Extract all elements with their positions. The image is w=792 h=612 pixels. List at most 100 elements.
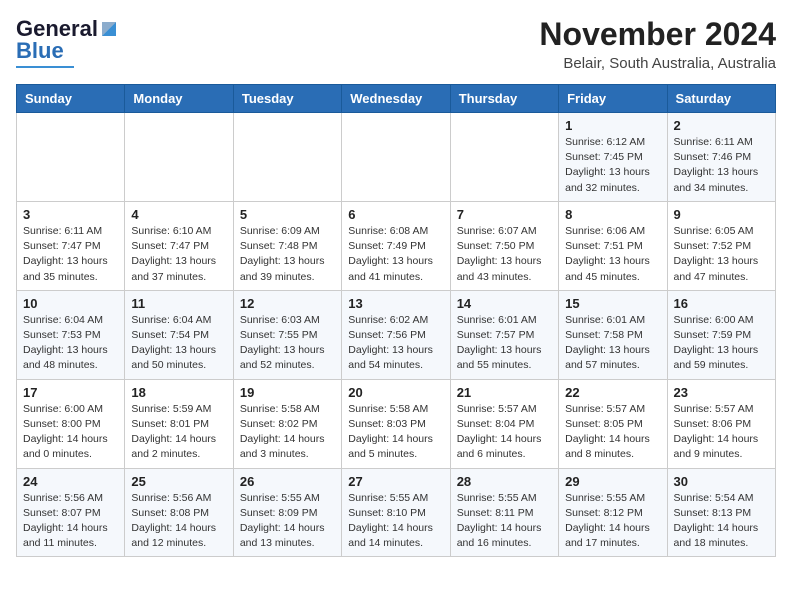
calendar-day-30: 30Sunrise: 5:54 AM Sunset: 8:13 PM Dayli… (667, 468, 775, 557)
weekday-header-friday: Friday (559, 85, 667, 113)
day-info: Sunrise: 5:58 AM Sunset: 8:02 PM Dayligh… (240, 402, 335, 463)
day-info: Sunrise: 5:55 AM Sunset: 8:12 PM Dayligh… (565, 491, 660, 552)
day-info: Sunrise: 5:54 AM Sunset: 8:13 PM Dayligh… (674, 491, 769, 552)
day-info: Sunrise: 5:55 AM Sunset: 8:11 PM Dayligh… (457, 491, 552, 552)
day-info: Sunrise: 6:08 AM Sunset: 7:49 PM Dayligh… (348, 224, 443, 285)
day-number: 18 (131, 385, 226, 400)
day-number: 6 (348, 207, 443, 222)
day-info: Sunrise: 6:01 AM Sunset: 7:58 PM Dayligh… (565, 313, 660, 374)
day-number: 26 (240, 474, 335, 489)
page-subtitle: Belair, South Australia, Australia (539, 55, 776, 72)
logo-blue: Blue (16, 38, 64, 64)
calendar-day-3: 3 Sunrise: 6:11 AM Sunset: 7:47 PM Daylig… (17, 201, 125, 290)
day-number: 1 (565, 118, 660, 133)
calendar-day-21: 21Sunrise: 5:57 AM Sunset: 8:04 PM Dayli… (450, 379, 558, 468)
day-number: 19 (240, 385, 335, 400)
calendar-day-13: 13Sunrise: 6:02 AM Sunset: 7:56 PM Dayli… (342, 290, 450, 379)
day-number: 27 (348, 474, 443, 489)
day-info: Sunrise: 5:59 AM Sunset: 8:01 PM Dayligh… (131, 402, 226, 463)
day-info: Sunrise: 6:00 AM Sunset: 7:59 PM Dayligh… (674, 313, 769, 374)
calendar-week-1: 1 Sunrise: 6:12 AM Sunset: 7:45 PM Daylig… (17, 113, 776, 202)
calendar-day-10: 10 Sunrise: 6:04 AM Sunset: 7:53 PM Dayli… (17, 290, 125, 379)
day-info: Sunrise: 6:06 AM Sunset: 7:51 PM Dayligh… (565, 224, 660, 285)
day-number: 3 (23, 207, 118, 222)
day-info: Sunrise: 5:57 AM Sunset: 8:05 PM Dayligh… (565, 402, 660, 463)
calendar-day-20: 20 Sunrise: 5:58 AM Sunset: 8:03 PM Dayli… (342, 379, 450, 468)
day-number: 20 (348, 385, 443, 400)
calendar-day-19: 19 Sunrise: 5:58 AM Sunset: 8:02 PM Dayli… (233, 379, 341, 468)
page-title: November 2024 (539, 16, 776, 53)
day-number: 28 (457, 474, 552, 489)
day-info: Sunrise: 5:58 AM Sunset: 8:03 PM Dayligh… (348, 402, 443, 463)
day-info: Sunrise: 5:55 AM Sunset: 8:09 PM Dayligh… (240, 491, 335, 552)
weekday-header-thursday: Thursday (450, 85, 558, 113)
day-info: Sunrise: 6:05 AM Sunset: 7:52 PM Dayligh… (674, 224, 769, 285)
calendar-day-16: 16 Sunrise: 6:00 AM Sunset: 7:59 PM Dayli… (667, 290, 775, 379)
calendar-empty-cell (450, 113, 558, 202)
day-number: 5 (240, 207, 335, 222)
day-info: Sunrise: 6:11 AM Sunset: 7:47 PM Dayligh… (23, 224, 118, 285)
day-info: Sunrise: 6:03 AM Sunset: 7:55 PM Dayligh… (240, 313, 335, 374)
day-info: Sunrise: 5:57 AM Sunset: 8:06 PM Dayligh… (674, 402, 769, 463)
day-number: 14 (457, 296, 552, 311)
calendar-day-8: 8 Sunrise: 6:06 AM Sunset: 7:51 PM Daylig… (559, 201, 667, 290)
calendar-empty-cell (125, 113, 233, 202)
calendar-header-row: SundayMondayTuesdayWednesdayThursdayFrid… (17, 85, 776, 113)
weekday-header-saturday: Saturday (667, 85, 775, 113)
calendar-day-2: 2Sunrise: 6:11 AM Sunset: 7:46 PM Daylig… (667, 113, 775, 202)
calendar-day-15: 15 Sunrise: 6:01 AM Sunset: 7:58 PM Dayli… (559, 290, 667, 379)
day-info: Sunrise: 5:56 AM Sunset: 8:08 PM Dayligh… (131, 491, 226, 552)
day-number: 29 (565, 474, 660, 489)
calendar-week-4: 17 Sunrise: 6:00 AM Sunset: 8:00 PM Dayli… (17, 379, 776, 468)
logo-arrow-icon (98, 18, 120, 40)
calendar-week-3: 10 Sunrise: 6:04 AM Sunset: 7:53 PM Dayli… (17, 290, 776, 379)
calendar-week-5: 24Sunrise: 5:56 AM Sunset: 8:07 PM Dayli… (17, 468, 776, 557)
day-number: 11 (131, 296, 226, 311)
day-number: 9 (674, 207, 769, 222)
calendar-empty-cell (342, 113, 450, 202)
calendar-day-23: 23 Sunrise: 5:57 AM Sunset: 8:06 PM Dayli… (667, 379, 775, 468)
calendar-day-26: 26 Sunrise: 5:55 AM Sunset: 8:09 PM Dayli… (233, 468, 341, 557)
calendar-day-18: 18 Sunrise: 5:59 AM Sunset: 8:01 PM Dayli… (125, 379, 233, 468)
calendar-day-28: 28 Sunrise: 5:55 AM Sunset: 8:11 PM Dayli… (450, 468, 558, 557)
weekday-header-wednesday: Wednesday (342, 85, 450, 113)
day-info: Sunrise: 6:01 AM Sunset: 7:57 PM Dayligh… (457, 313, 552, 374)
day-info: Sunrise: 5:57 AM Sunset: 8:04 PM Dayligh… (457, 402, 552, 463)
calendar-day-25: 25 Sunrise: 5:56 AM Sunset: 8:08 PM Dayli… (125, 468, 233, 557)
day-number: 7 (457, 207, 552, 222)
day-info: Sunrise: 6:04 AM Sunset: 7:54 PM Dayligh… (131, 313, 226, 374)
calendar-day-4: 4Sunrise: 6:10 AM Sunset: 7:47 PM Daylig… (125, 201, 233, 290)
day-number: 23 (674, 385, 769, 400)
day-number: 22 (565, 385, 660, 400)
day-info: Sunrise: 6:12 AM Sunset: 7:45 PM Dayligh… (565, 135, 660, 196)
calendar-day-12: 12Sunrise: 6:03 AM Sunset: 7:55 PM Dayli… (233, 290, 341, 379)
day-number: 4 (131, 207, 226, 222)
logo-underline (16, 66, 74, 68)
calendar-day-9: 9 Sunrise: 6:05 AM Sunset: 7:52 PM Daylig… (667, 201, 775, 290)
day-number: 15 (565, 296, 660, 311)
day-number: 17 (23, 385, 118, 400)
day-number: 16 (674, 296, 769, 311)
title-block: November 2024 Belair, South Australia, A… (539, 16, 776, 72)
calendar-day-27: 27 Sunrise: 5:55 AM Sunset: 8:10 PM Dayli… (342, 468, 450, 557)
calendar-day-14: 14 Sunrise: 6:01 AM Sunset: 7:57 PM Dayli… (450, 290, 558, 379)
calendar-day-1: 1 Sunrise: 6:12 AM Sunset: 7:45 PM Daylig… (559, 113, 667, 202)
calendar-week-2: 3 Sunrise: 6:11 AM Sunset: 7:47 PM Daylig… (17, 201, 776, 290)
day-number: 25 (131, 474, 226, 489)
day-info: Sunrise: 6:00 AM Sunset: 8:00 PM Dayligh… (23, 402, 118, 463)
calendar-day-5: 5Sunrise: 6:09 AM Sunset: 7:48 PM Daylig… (233, 201, 341, 290)
day-number: 10 (23, 296, 118, 311)
day-info: Sunrise: 6:04 AM Sunset: 7:53 PM Dayligh… (23, 313, 118, 374)
calendar-day-24: 24Sunrise: 5:56 AM Sunset: 8:07 PM Dayli… (17, 468, 125, 557)
day-number: 8 (565, 207, 660, 222)
logo: General Blue (16, 16, 120, 68)
calendar-day-7: 7Sunrise: 6:07 AM Sunset: 7:50 PM Daylig… (450, 201, 558, 290)
calendar-day-11: 11 Sunrise: 6:04 AM Sunset: 7:54 PM Dayli… (125, 290, 233, 379)
calendar-day-22: 22 Sunrise: 5:57 AM Sunset: 8:05 PM Dayli… (559, 379, 667, 468)
weekday-header-tuesday: Tuesday (233, 85, 341, 113)
day-number: 24 (23, 474, 118, 489)
day-info: Sunrise: 5:55 AM Sunset: 8:10 PM Dayligh… (348, 491, 443, 552)
calendar-empty-cell (17, 113, 125, 202)
page-header: General Blue November 2024 Belair, South… (16, 16, 776, 72)
calendar-empty-cell (233, 113, 341, 202)
